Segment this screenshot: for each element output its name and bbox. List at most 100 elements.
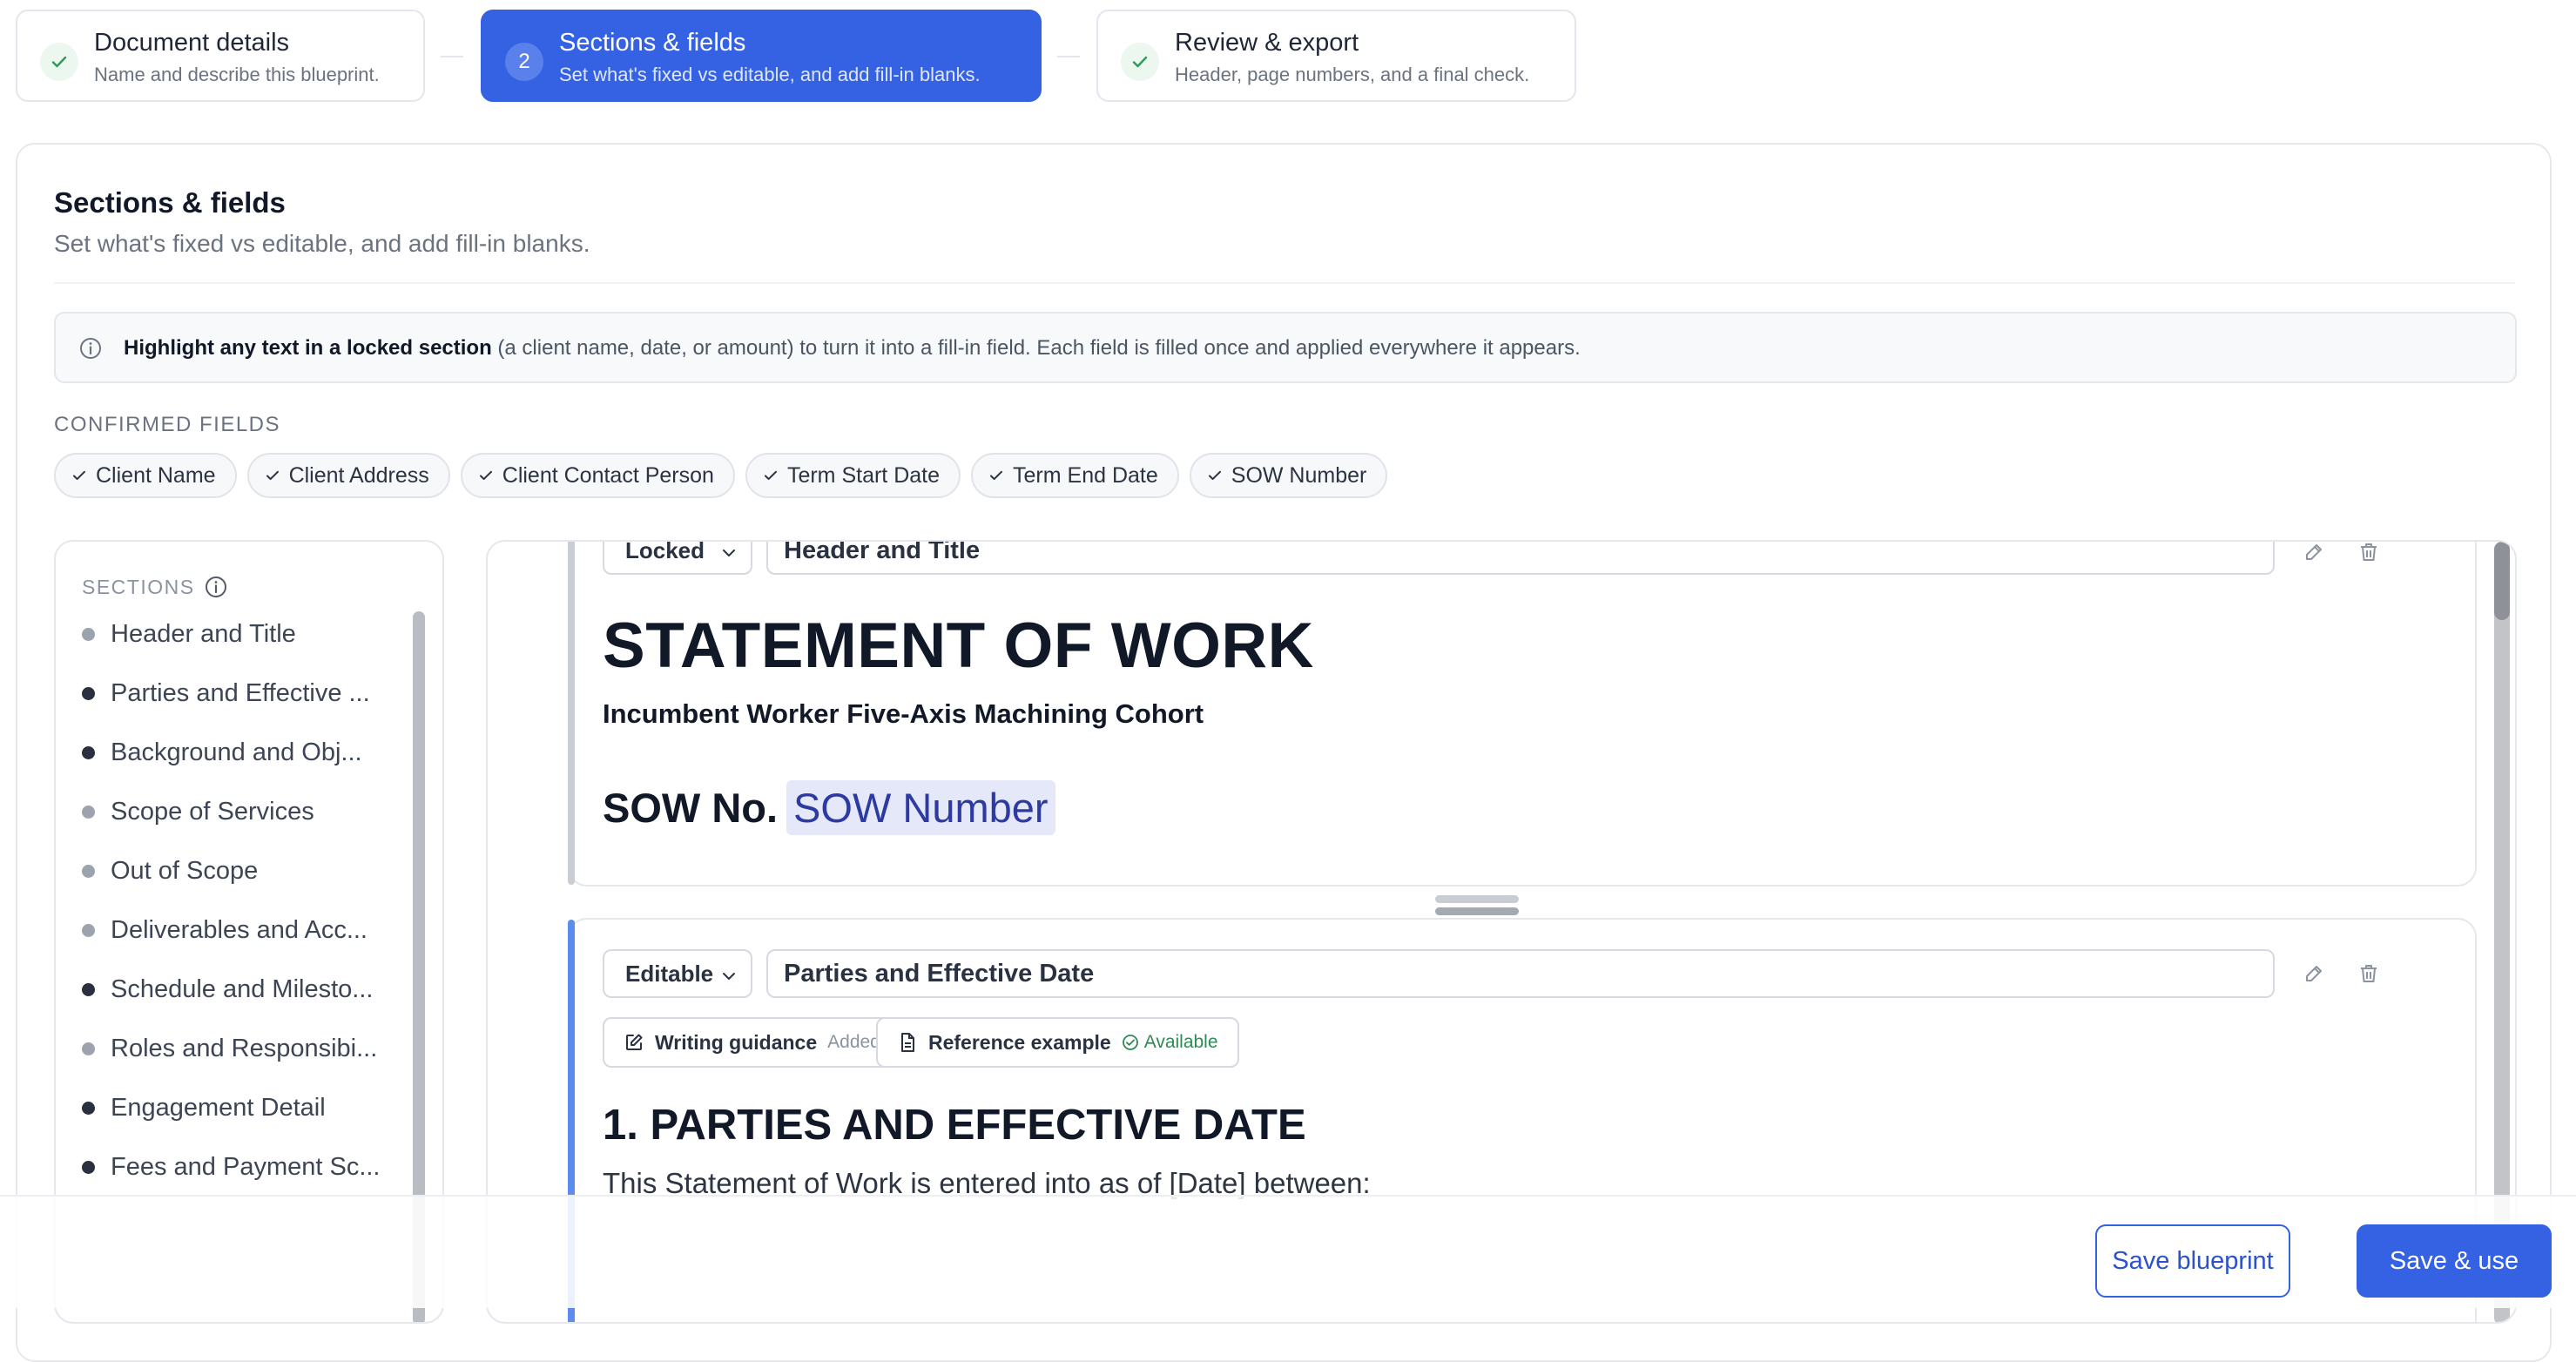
section-item-label: Header and Title — [111, 619, 296, 648]
section-item[interactable]: Roles and Responsibi... — [82, 1019, 380, 1078]
step-sections-fields[interactable]: 2 Sections & fields Set what's fixed vs … — [481, 10, 1042, 102]
fill-in-field-sow-number[interactable]: SOW Number — [786, 780, 1055, 835]
section-item-label: Roles and Responsibi... — [111, 1034, 378, 1062]
editable-dot — [82, 1101, 95, 1115]
sections-heading: SECTIONS — [82, 575, 228, 599]
section-item-label: Out of Scope — [111, 856, 259, 885]
field-chip-label: Client Name — [96, 462, 216, 488]
document-icon — [901, 1033, 914, 1052]
field-chip[interactable]: Client Contact Person — [460, 453, 735, 498]
field-chip-label: Client Contact Person — [502, 462, 714, 488]
check-icon — [40, 43, 78, 81]
reference-example-status: Available — [1122, 1032, 1218, 1053]
step-title: Sections & fields — [559, 29, 746, 57]
section-item[interactable]: Schedule and Milesto... — [82, 960, 380, 1019]
divider — [54, 282, 2515, 284]
edit-icon[interactable] — [2303, 542, 2327, 569]
section-item-label: Parties and Effective ... — [111, 678, 370, 707]
writing-guidance-button[interactable]: Writing guidance Added — [603, 1017, 901, 1068]
section-title-input[interactable]: Parties and Effective Date — [766, 949, 2275, 998]
field-chip[interactable]: Client Address — [246, 453, 450, 498]
section-item[interactable]: Fees and Payment Sc... — [82, 1137, 380, 1197]
info-icon — [78, 336, 103, 365]
sections-list: Header and Title Parties and Effective .… — [82, 604, 380, 1197]
locked-dot — [82, 805, 95, 819]
section-item-label: Schedule and Milesto... — [111, 974, 374, 1003]
field-chip-label: Term Start Date — [786, 462, 941, 488]
mode-select[interactable]: Editable — [603, 949, 752, 998]
step-title: Document details — [94, 29, 290, 57]
section-item[interactable]: Scope of Services — [82, 782, 380, 841]
document-heading: STATEMENT OF WORK — [603, 610, 1314, 681]
locked-dot — [82, 923, 95, 937]
field-chip-label: SOW Number — [1231, 462, 1367, 488]
section-title-value: Parties and Effective Date — [784, 959, 1095, 988]
section-item-label: Deliverables and Acc... — [111, 915, 368, 944]
save-and-use-button[interactable]: Save & use — [2357, 1224, 2552, 1298]
editable-dot — [82, 1160, 95, 1174]
section-heading: 1. PARTIES AND EFFECTIVE DATE — [603, 1102, 1306, 1149]
locked-accent-bar — [568, 542, 575, 885]
drag-handle[interactable] — [1435, 907, 1519, 915]
section-item-label: Engagement Detail — [111, 1093, 326, 1122]
locked-dot — [82, 1042, 95, 1055]
drag-handle[interactable] — [1435, 895, 1519, 903]
info-icon[interactable] — [204, 575, 228, 599]
field-chip[interactable]: Term End Date — [971, 453, 1179, 498]
info-text-bold: Highlight any text in a locked section — [124, 336, 492, 360]
document-subheading: Incumbent Worker Five-Axis Machining Coh… — [603, 698, 1204, 729]
step-number-badge: 2 — [505, 43, 543, 81]
field-chip-label: Client Address — [288, 462, 429, 488]
section-item[interactable]: Deliverables and Acc... — [82, 900, 380, 960]
step-connector — [1057, 56, 1080, 57]
section-item[interactable]: Background and Obj... — [82, 723, 380, 782]
section-item[interactable]: Out of Scope — [82, 841, 380, 900]
step-document-details[interactable]: Document details Name and describe this … — [16, 10, 425, 102]
locked-dot — [82, 627, 95, 641]
section-title-input[interactable]: Header and Title — [766, 540, 2275, 575]
check-icon — [266, 470, 279, 481]
field-chip[interactable]: Term Start Date — [745, 453, 961, 498]
mode-select[interactable]: Locked — [603, 540, 752, 575]
section-item[interactable]: Header and Title — [82, 604, 380, 664]
reference-example-label: Reference example — [928, 1030, 1111, 1054]
section-item-label: Background and Obj... — [111, 738, 362, 766]
check-icon — [73, 470, 85, 481]
sow-prefix: SOW No. — [603, 785, 779, 831]
check-icon — [479, 470, 492, 481]
edit-icon[interactable] — [2303, 961, 2327, 990]
section-item-label: Scope of Services — [111, 797, 314, 826]
save-blueprint-button[interactable]: Save blueprint — [2095, 1224, 2290, 1298]
field-chip[interactable]: SOW Number — [1189, 453, 1388, 498]
check-icon — [764, 470, 777, 481]
locked-dot — [82, 864, 95, 878]
mode-select-value: Locked — [625, 540, 705, 563]
editable-dot — [82, 745, 95, 759]
field-chip[interactable]: Client Name — [54, 453, 237, 498]
section-item[interactable]: Engagement Detail — [82, 1078, 380, 1137]
reference-example-button[interactable]: Reference example Available — [876, 1017, 1239, 1068]
page-subtitle: Set what's fixed vs editable, and add fi… — [54, 230, 590, 257]
editable-dot — [82, 686, 95, 700]
info-banner: Highlight any text in a locked section (… — [54, 312, 2517, 383]
check-circle-icon — [1122, 1035, 1138, 1050]
writing-guidance-status: Added — [827, 1032, 880, 1052]
section-title-value: Header and Title — [784, 540, 981, 564]
page-title: Sections & fields — [54, 186, 286, 219]
reference-example-status-text: Available — [1143, 1032, 1218, 1052]
section-item[interactable]: Parties and Effective ... — [82, 664, 380, 723]
trash-icon[interactable] — [2357, 542, 2381, 569]
trash-icon[interactable] — [2357, 961, 2381, 990]
check-icon — [1121, 43, 1159, 81]
step-connector — [441, 56, 463, 57]
sections-fields-card: Sections & fields Set what's fixed vs ed… — [16, 143, 2552, 1362]
sow-number-line: SOW No. SOW Number — [603, 780, 1055, 835]
step-review-export[interactable]: Review & export Header, page numbers, an… — [1096, 10, 1576, 102]
step-subtitle: Name and describe this blueprint. — [94, 64, 380, 85]
chevron-down-icon — [723, 550, 735, 556]
editable-dot — [82, 982, 95, 996]
check-icon — [1208, 470, 1221, 481]
info-text-rest: (a client name, date, or amount) to turn… — [491, 336, 1581, 360]
editor-scrollbar-thumb[interactable] — [2494, 542, 2510, 620]
sections-label: SECTIONS — [82, 575, 195, 598]
